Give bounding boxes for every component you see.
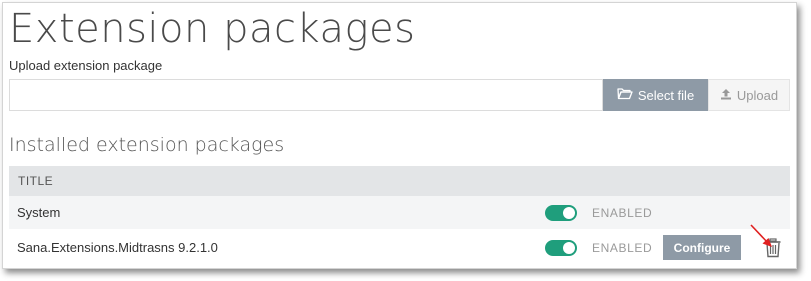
- package-name: Sana.Extensions.Midtrasns 9.2.1.0: [17, 240, 218, 255]
- red-arrow-icon: [750, 224, 772, 247]
- toggle-knob: [563, 241, 575, 254]
- table-row: System ENABLED: [9, 196, 790, 229]
- select-file-label: Select file: [637, 87, 695, 103]
- installed-packages-heading: Installed extension packages: [9, 134, 285, 156]
- enabled-toggle[interactable]: [545, 204, 577, 221]
- column-title-header: TITLE: [18, 174, 54, 188]
- status-label: ENABLED: [592, 205, 653, 220]
- package-name: System: [17, 205, 61, 220]
- folder-open-icon: [617, 87, 633, 103]
- toggle-knob: [563, 206, 575, 219]
- upload-label: Upload: [736, 87, 779, 103]
- file-path-input[interactable]: [9, 79, 603, 111]
- upload-icon: [720, 88, 732, 103]
- select-file-button[interactable]: Select file: [603, 79, 708, 111]
- enabled-toggle[interactable]: [545, 239, 577, 256]
- page-title: Extension packages: [9, 6, 416, 52]
- table-row: Sana.Extensions.Midtrasns 9.2.1.0 ENABLE…: [9, 231, 790, 264]
- upload-extension-label: Upload extension package: [9, 58, 163, 73]
- upload-button[interactable]: Upload: [708, 79, 790, 111]
- status-label: ENABLED: [592, 240, 653, 255]
- extension-packages-panel: Extension packages Upload extension pack…: [2, 2, 797, 269]
- configure-button[interactable]: Configure: [663, 235, 741, 260]
- table-header: TITLE: [9, 166, 790, 196]
